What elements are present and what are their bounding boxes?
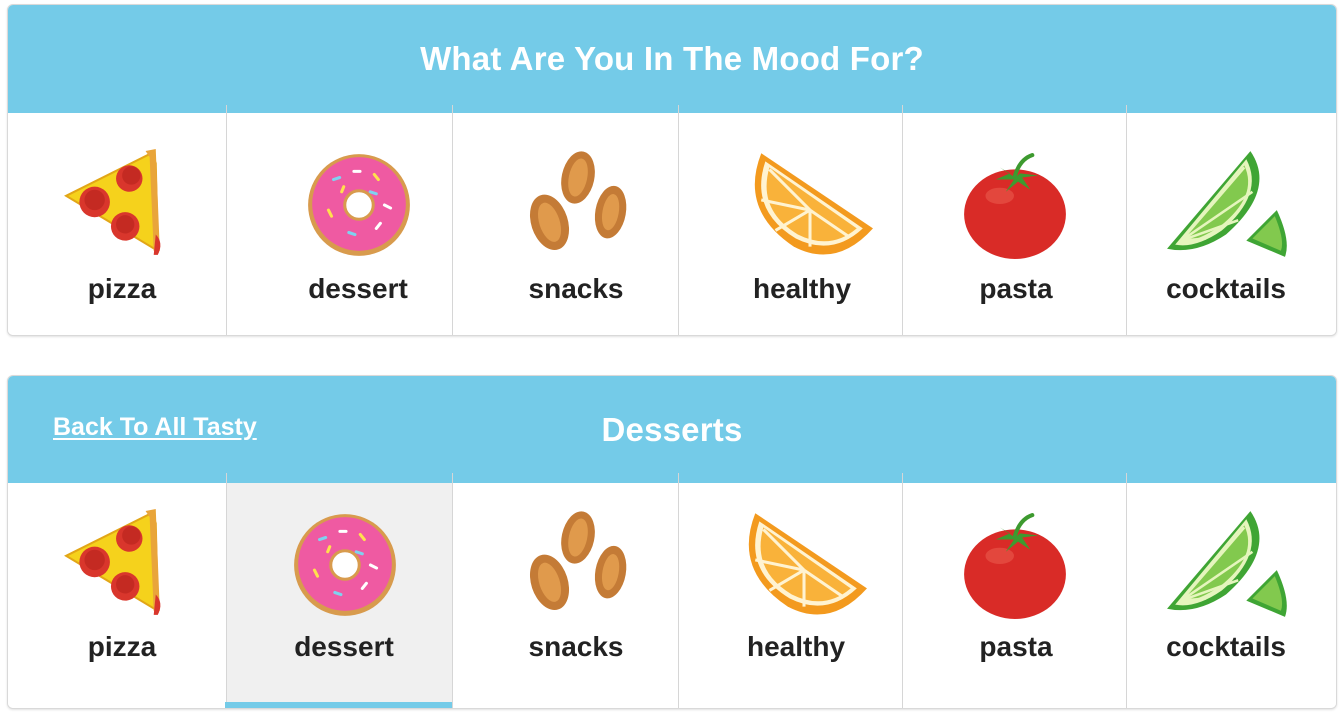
category-label: pasta [979, 631, 1053, 662]
category-dessert-active[interactable]: dessert [225, 473, 454, 708]
back-to-all-link[interactable]: Back To All Tasty [53, 413, 257, 442]
category-label: cocktails [1166, 273, 1286, 304]
orange-slice-icon [743, 149, 875, 261]
category-label: cocktails [1166, 631, 1286, 662]
tomato-icon [959, 509, 1071, 621]
tomato-icon [959, 149, 1071, 261]
category-label: pizza [87, 631, 157, 662]
donut-icon [303, 149, 415, 261]
category-row: pizza dessert snacks healthy pasta cockt… [8, 105, 1336, 335]
category-healthy[interactable]: healthy [678, 473, 902, 708]
lime-wedge-icon [1165, 509, 1287, 621]
category-snacks[interactable]: snacks [452, 473, 678, 708]
lime-wedge-icon [1165, 149, 1287, 261]
category-cocktails[interactable]: cocktails [1126, 105, 1336, 335]
category-label: snacks [528, 631, 624, 662]
category-label: pizza [87, 273, 157, 304]
almonds-icon [521, 149, 633, 261]
category-label: dessert [294, 631, 394, 662]
desserts-header: Desserts Back To All Tasty [8, 376, 1336, 483]
desserts-panel: Desserts Back To All Tasty pizza dessert… [7, 375, 1337, 709]
pizza-slice-icon [58, 149, 170, 261]
category-pasta[interactable]: pasta [902, 105, 1126, 335]
orange-slice-icon [737, 509, 869, 621]
category-label: healthy [752, 273, 852, 304]
mood-header: What Are You In The Mood For? [8, 5, 1336, 113]
almonds-icon [521, 509, 633, 621]
category-label: snacks [528, 273, 624, 304]
category-label: healthy [746, 631, 846, 662]
category-label: pasta [979, 273, 1053, 304]
category-pizza[interactable]: pizza [8, 105, 226, 335]
category-healthy[interactable]: healthy [678, 105, 902, 335]
donut-icon [289, 509, 401, 621]
category-pizza[interactable]: pizza [8, 473, 226, 708]
category-dessert[interactable]: dessert [226, 105, 452, 335]
category-pasta[interactable]: pasta [902, 473, 1126, 708]
category-cocktails[interactable]: cocktails [1126, 473, 1336, 708]
pizza-slice-icon [58, 509, 170, 621]
category-row: pizza dessert snacks healthy pasta cockt… [8, 473, 1336, 708]
mood-panel: What Are You In The Mood For? pizza dess… [7, 4, 1337, 336]
mood-title: What Are You In The Mood For? [420, 40, 924, 77]
category-label: dessert [308, 273, 408, 304]
category-snacks[interactable]: snacks [452, 105, 678, 335]
active-indicator [225, 702, 454, 708]
